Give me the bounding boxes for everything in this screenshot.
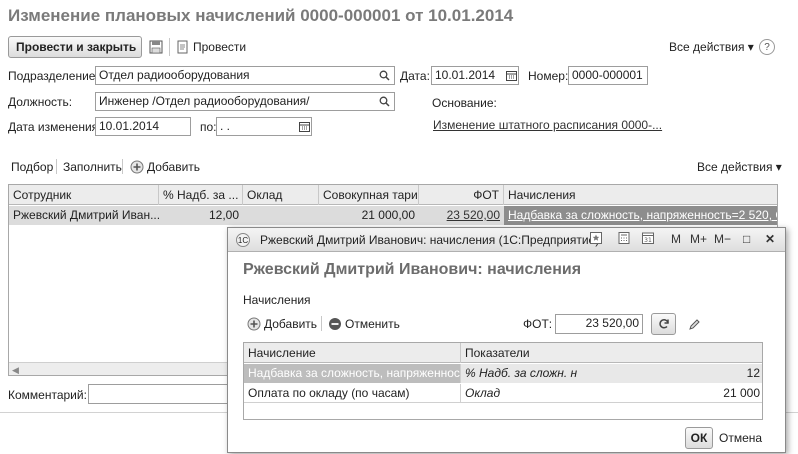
refresh-button[interactable]	[651, 313, 676, 335]
cancel-button[interactable]: Отмена	[719, 431, 762, 445]
column-header[interactable]: Показатели	[461, 343, 762, 363]
add-button[interactable]: Добавить	[147, 160, 200, 174]
bonus-percent-cell[interactable]: 12,00	[159, 206, 243, 225]
indicator-name-cell[interactable]: % Надб. за сложн. н	[461, 364, 674, 383]
close-icon[interactable]: ✕	[765, 232, 775, 246]
grid-row[interactable]: Оплата по окладу (по часам) Оклад 21 000	[244, 384, 762, 403]
memory-plus-button[interactable]: M+	[690, 232, 707, 246]
add-icon[interactable]	[246, 316, 262, 332]
column-header[interactable]: Совокупная тари...	[319, 185, 419, 205]
dialog-cancel-action[interactable]: Отменить	[345, 317, 400, 331]
employee-cell[interactable]: Ржевский Дмитрий Иван...	[9, 206, 159, 225]
number-label: Номер:	[528, 69, 569, 83]
calculator-icon[interactable]	[618, 232, 630, 247]
indicator-value-cell[interactable]: 12	[674, 364, 762, 383]
column-header[interactable]: Сотрудник	[9, 185, 159, 205]
select-button[interactable]: Подбор	[11, 160, 53, 174]
department-field[interactable]: Отдел радиооборудования	[95, 66, 395, 85]
refresh-icon	[658, 319, 669, 329]
salary-cell[interactable]	[243, 206, 319, 225]
table-all-actions-menu[interactable]: Все действия ▾	[697, 160, 782, 174]
number-field[interactable]: 0000-000001	[568, 66, 648, 85]
grid-header: Начисление Показатели	[244, 343, 762, 363]
change-date-label: Дата изменения:	[8, 120, 102, 134]
svg-text:31: 31	[644, 237, 652, 244]
calendar-icon[interactable]: 31	[642, 232, 654, 247]
column-header[interactable]: Начисления	[504, 185, 777, 205]
grid-row[interactable]: Надбавка за сложность, напряженнос... % …	[244, 364, 762, 383]
post-icon[interactable]	[175, 39, 191, 55]
basis-label: Основание:	[432, 96, 497, 110]
dialog-title-bar[interactable]: 1С Ржевский Дмитрий Иванович: начисления…	[228, 228, 785, 252]
indicator-name-cell[interactable]: Оклад	[461, 384, 674, 403]
toolbar-divider	[56, 159, 57, 174]
department-label: Подразделение:	[8, 69, 99, 83]
accrual-name-cell[interactable]: Надбавка за сложность, напряженнос...	[244, 364, 461, 383]
maximize-icon[interactable]: □	[743, 232, 750, 246]
indicator-value-cell[interactable]: 21 000	[674, 384, 762, 403]
calendar-icon[interactable]	[503, 67, 519, 84]
memory-button[interactable]: M	[671, 232, 681, 246]
dialog-heading: Ржевский Дмитрий Иванович: начисления	[243, 261, 582, 278]
position-label: Должность:	[8, 95, 73, 109]
edit-icon[interactable]	[686, 316, 702, 332]
date-label: Дата:	[400, 69, 430, 83]
accruals-section-label: Начисления	[243, 293, 311, 307]
comment-label: Комментарий:	[8, 388, 87, 402]
total-rate-cell[interactable]: 21 000,00	[319, 206, 419, 225]
position-field[interactable]: Инженер /Отдел радиооборудования/	[95, 92, 395, 111]
ok-button[interactable]: ОК	[685, 427, 713, 449]
column-header[interactable]: % Надб. за ...	[159, 185, 243, 205]
save-icon[interactable]	[148, 39, 164, 55]
fill-button[interactable]: Заполнить	[63, 160, 122, 174]
toolbar-divider	[122, 159, 123, 174]
calendar-icon[interactable]	[296, 118, 312, 135]
post-button[interactable]: Провести	[193, 40, 246, 54]
accruals-cell[interactable]: Надбавка за сложность, напряженность=2 5…	[504, 206, 777, 225]
search-icon[interactable]	[376, 93, 392, 110]
page-title: Изменение плановых начислений 0000-00000…	[8, 6, 514, 25]
accrual-name-cell[interactable]: Оплата по окладу (по часам)	[244, 384, 461, 403]
dialog-window-title: Ржевский Дмитрий Иванович: начисления (1…	[260, 233, 600, 247]
toolbar-divider	[169, 38, 170, 56]
to-date-label: по:	[200, 120, 217, 134]
table-header: Сотрудник % Надб. за ... Оклад Совокупна…	[9, 185, 777, 205]
fot-cell[interactable]: 23 520,00	[419, 206, 504, 225]
scroll-left-icon[interactable]: ◀	[12, 365, 19, 375]
column-header[interactable]: ФОТ	[419, 185, 504, 205]
add-icon[interactable]	[129, 159, 145, 175]
table-row[interactable]: Ржевский Дмитрий Иван... 12,00 21 000,00…	[9, 206, 777, 225]
search-icon[interactable]	[376, 67, 392, 84]
accruals-dialog: 1С Ржевский Дмитрий Иванович: начисления…	[227, 227, 786, 453]
favorite-icon[interactable]	[590, 232, 602, 247]
fot-label: ФОТ:	[523, 317, 553, 331]
all-actions-menu[interactable]: Все действия ▾	[669, 40, 754, 54]
column-header[interactable]: Оклад	[243, 185, 319, 205]
basis-document-link[interactable]: Изменение штатного расписания 0000-...	[433, 118, 662, 132]
fot-field[interactable]: 23 520,00	[555, 314, 643, 334]
cancel-icon[interactable]	[327, 316, 343, 332]
help-icon[interactable]: ?	[759, 39, 775, 55]
app-logo-icon: 1С	[236, 233, 250, 247]
memory-minus-button[interactable]: M−	[714, 232, 731, 246]
post-and-close-button[interactable]: Провести и закрыть	[8, 36, 142, 58]
change-date-field[interactable]: 10.01.2014	[95, 117, 191, 136]
toolbar-divider	[321, 316, 322, 331]
dialog-add-button[interactable]: Добавить	[264, 317, 317, 331]
accruals-grid: Начисление Показатели Надбавка за сложно…	[243, 342, 763, 420]
column-header[interactable]: Начисление	[244, 343, 461, 363]
